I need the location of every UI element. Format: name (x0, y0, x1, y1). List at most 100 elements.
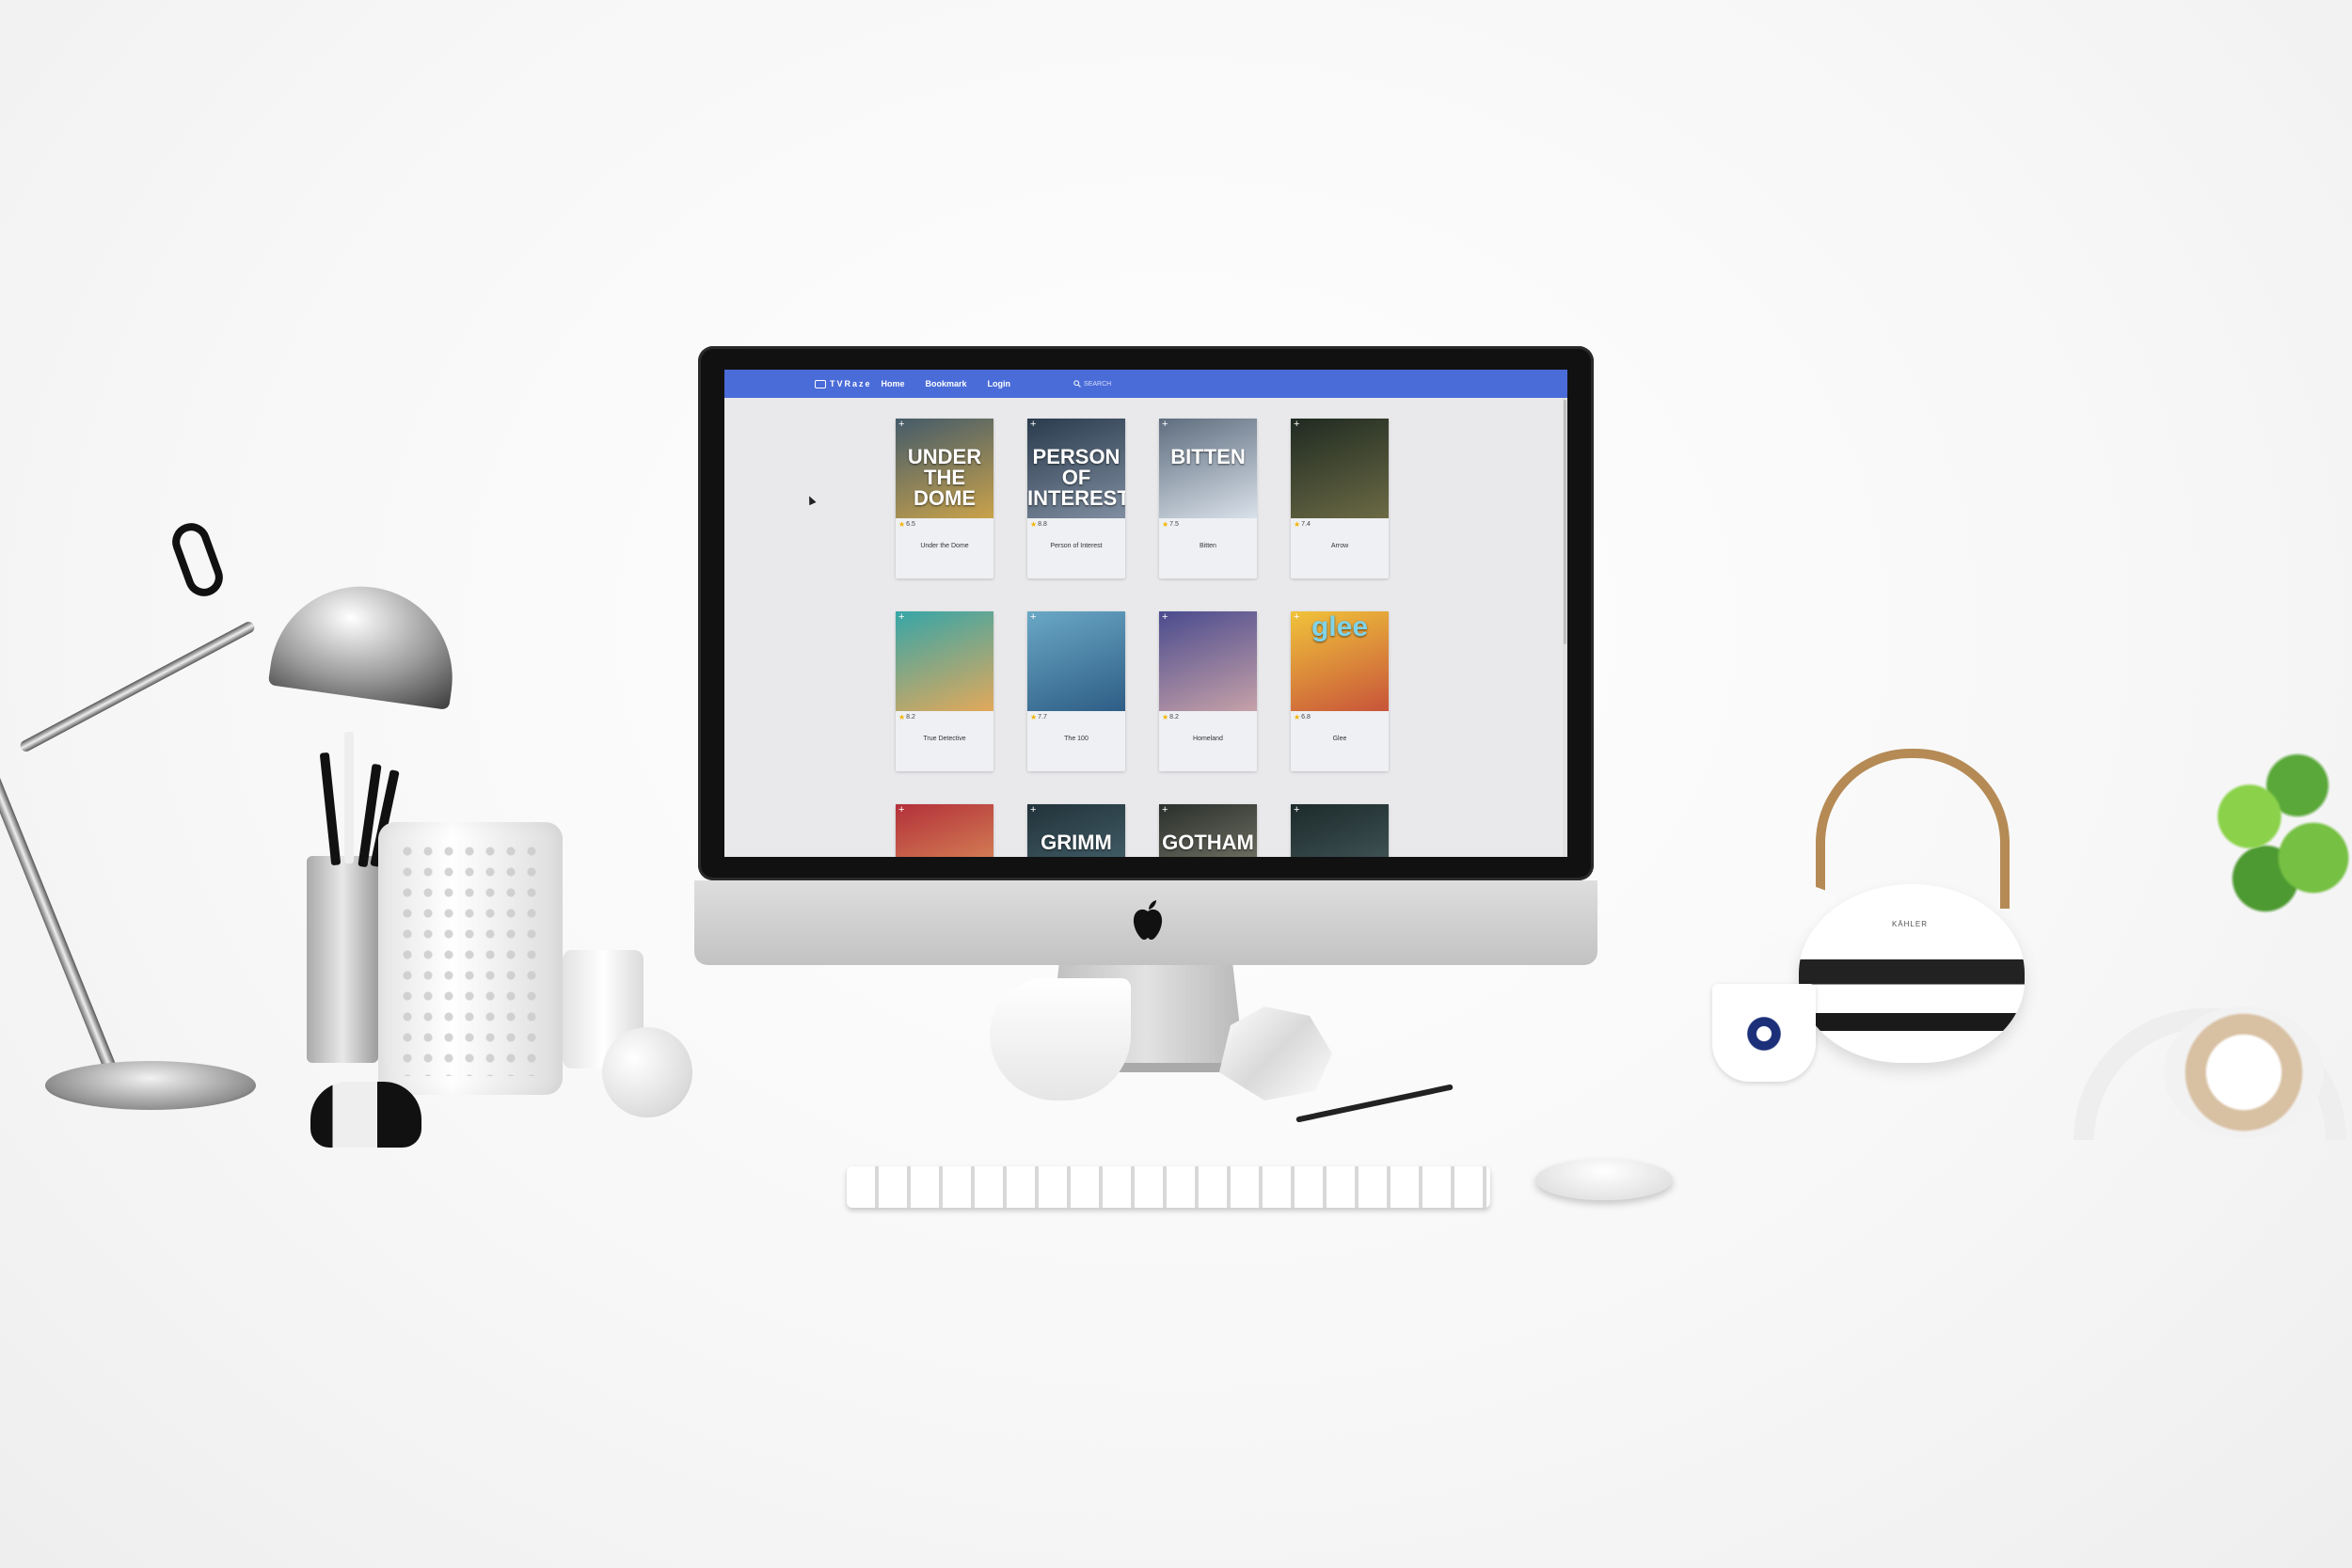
rating-value: 8.2 (1169, 714, 1179, 721)
show-title[interactable]: True Detective (896, 736, 993, 742)
star-icon: ★ (1294, 520, 1301, 529)
plus-icon[interactable]: + (1162, 805, 1168, 816)
lamp-upper-arm (18, 619, 257, 754)
show-poster[interactable]: BITTEN + (1159, 419, 1257, 518)
star-icon: ★ (898, 520, 906, 529)
show-rating: ★ 8.2 (898, 713, 915, 721)
rating-value: 8.8 (1038, 521, 1047, 528)
nav-home[interactable]: Home (882, 379, 905, 388)
show-title[interactable]: Bitten (1159, 543, 1257, 549)
show-title[interactable]: Homeland (1159, 736, 1257, 742)
show-poster[interactable]: glee + (1291, 611, 1389, 711)
magic-mouse (1535, 1159, 1673, 1200)
show-card[interactable]: + ★ 7.7 The 100 (1027, 611, 1125, 771)
apple-logo-icon (1129, 898, 1167, 942)
nav-login[interactable]: Login (988, 379, 1011, 388)
show-title[interactable]: Under the Dome (896, 543, 993, 549)
show-rating: ★ 6.8 (1294, 713, 1311, 721)
pencil (344, 732, 354, 863)
show-card[interactable]: glee + ★ 6.8 Glee (1291, 611, 1389, 771)
poster-title: GRIMM (1041, 831, 1112, 854)
show-card[interactable]: UNDER THE DOME + ★ 6.5 Under the Dome (896, 419, 993, 578)
mouse-cursor (805, 494, 817, 506)
show-poster[interactable]: + (1291, 419, 1389, 518)
star-icon: ★ (1162, 713, 1169, 721)
search-input[interactable] (1084, 380, 1160, 388)
show-poster[interactable]: GRIMM + (1027, 804, 1125, 857)
perforated-holder (378, 822, 563, 1095)
panda-figurine (310, 1082, 421, 1148)
lamp-base (45, 1061, 256, 1110)
plus-icon[interactable]: + (1162, 612, 1168, 623)
show-poster[interactable]: + (1027, 611, 1125, 711)
rating-value: 7.7 (1038, 714, 1047, 721)
plus-icon[interactable]: + (1030, 420, 1036, 430)
tv-icon (815, 379, 826, 388)
plus-icon[interactable]: + (1162, 420, 1168, 430)
plus-icon[interactable]: + (1294, 612, 1299, 623)
show-poster[interactable]: + (896, 611, 993, 711)
star-icon: ★ (1030, 520, 1038, 529)
teapot-brand: KÄHLER (1891, 920, 1928, 928)
show-rating: ★ 7.7 (1030, 713, 1047, 721)
show-card[interactable]: BITTEN + ★ 7.5 Bitten (1159, 419, 1257, 578)
search-icon (1073, 380, 1081, 388)
show-poster[interactable]: + (1291, 804, 1389, 857)
star-icon: ★ (898, 713, 906, 721)
show-title[interactable]: Arrow (1291, 543, 1389, 549)
navbar: TVRaze Home Bookmark Login (724, 370, 1567, 398)
nav-bookmark[interactable]: Bookmark (926, 379, 967, 388)
poster-title: glee (1311, 611, 1369, 642)
decor-ball (602, 1027, 692, 1117)
show-rating: ★ 8.8 (1030, 520, 1047, 529)
show-rating: ★ 7.4 (1294, 520, 1311, 529)
show-title[interactable]: Person of Interest (1027, 543, 1125, 549)
show-card[interactable]: GRIMM + (1027, 804, 1125, 857)
show-card[interactable]: + (896, 804, 993, 857)
show-rating: ★ 7.5 (1162, 520, 1179, 529)
plus-icon[interactable]: + (898, 805, 904, 816)
show-poster[interactable]: UNDER THE DOME + (896, 419, 993, 518)
show-card[interactable]: GOTHAM + (1159, 804, 1257, 857)
plus-icon[interactable]: + (898, 612, 904, 623)
lamp-shade (267, 575, 465, 710)
potted-plant (2201, 734, 2352, 941)
show-card[interactable]: + ★ 7.4 Arrow (1291, 419, 1389, 578)
rating-value: 7.5 (1169, 521, 1179, 528)
brand-name: TVRaze (830, 379, 872, 388)
rating-value: 7.4 (1301, 521, 1311, 528)
show-title[interactable]: The 100 (1027, 736, 1125, 742)
show-card[interactable]: + ★ 8.2 True Detective (896, 611, 993, 771)
show-poster[interactable]: PERSON OF INTEREST + (1027, 419, 1125, 518)
bird-figurine (990, 978, 1131, 1101)
rating-value: 6.5 (906, 521, 915, 528)
poster-title: BITTEN (1170, 445, 1246, 468)
pen (1295, 1084, 1454, 1123)
plus-icon[interactable]: + (1030, 805, 1036, 816)
star-icon: ★ (1030, 713, 1038, 721)
poster-title: PERSON OF INTEREST (1027, 445, 1125, 510)
show-card[interactable]: + (1291, 804, 1389, 857)
poster-title: GOTHAM (1162, 831, 1254, 854)
plus-icon[interactable]: + (1030, 612, 1036, 623)
show-card[interactable]: PERSON OF INTEREST + ★ 8.8 Person of Interes… (1027, 419, 1125, 578)
poster-title: UNDER THE DOME (907, 445, 982, 510)
search-box[interactable] (1073, 380, 1160, 388)
plus-icon[interactable]: + (1294, 805, 1299, 816)
show-poster[interactable]: + (1159, 611, 1257, 711)
plus-icon[interactable]: + (1294, 420, 1299, 430)
brand[interactable]: TVRaze (815, 379, 872, 388)
desk-scene: TVRaze Home Bookmark Login UNDER THE DOM… (0, 0, 2352, 1568)
pencil-cup (307, 856, 378, 1063)
show-title[interactable]: Glee (1291, 736, 1389, 742)
lamp-handle (167, 517, 229, 602)
keyboard (847, 1166, 1490, 1208)
show-poster[interactable]: + (896, 804, 993, 857)
plus-icon[interactable]: + (898, 420, 904, 430)
show-card[interactable]: + ★ 8.2 Homeland (1159, 611, 1257, 771)
pencil (319, 752, 342, 866)
scrollbar-thumb[interactable] (1564, 400, 1566, 644)
rating-value: 6.8 (1301, 714, 1311, 721)
screen: TVRaze Home Bookmark Login UNDER THE DOM… (724, 370, 1567, 857)
show-poster[interactable]: GOTHAM + (1159, 804, 1257, 857)
